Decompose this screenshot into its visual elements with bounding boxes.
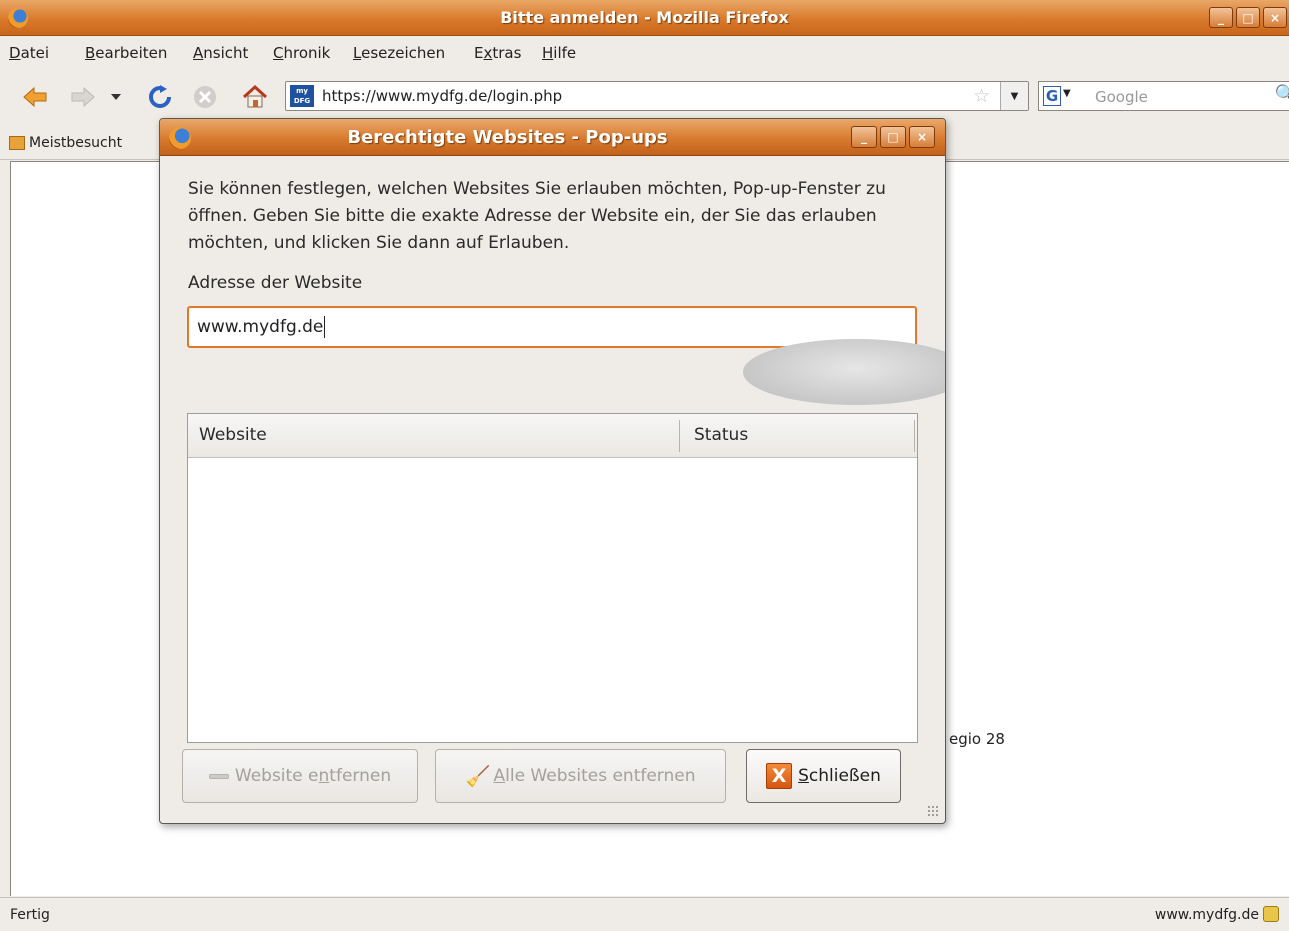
websites-table[interactable]: Website Status [187, 413, 918, 743]
lock-icon[interactable] [1263, 906, 1279, 922]
menu-chronik[interactable]: Chronik [273, 44, 330, 62]
status-domain: www.mydfg.de [1154, 907, 1259, 923]
search-placeholder[interactable]: Google [1095, 88, 1148, 106]
search-magnifier-icon[interactable]: 🔍 [1275, 84, 1289, 105]
url-history-dropdown-icon[interactable]: ▼ [1000, 82, 1028, 110]
menu-hilfe[interactable]: Hilfe [542, 44, 576, 62]
menu-datei[interactable]: Datei [9, 44, 49, 62]
bookmark-star-icon[interactable]: ☆ [973, 85, 990, 107]
column-header-status[interactable]: Status [694, 425, 748, 445]
dialog-title: Berechtigte Websites - Pop-ups [347, 127, 668, 148]
menubar: Datei Bearbeiten Ansicht Chronik Lesezei… [0, 36, 1289, 70]
menu-bearbeiten[interactable]: Bearbeiten [85, 44, 167, 62]
broom-icon: 🧹 [465, 764, 491, 788]
table-header: Website Status [188, 414, 917, 458]
resize-grip-icon[interactable] [927, 805, 939, 817]
minimize-button[interactable]: _ [1209, 7, 1233, 28]
dialog-close-button[interactable]: × [909, 126, 935, 148]
close-x-icon: X [766, 763, 793, 789]
navigation-toolbar: my DFG https://www.mydfg.de/login.php ☆ … [0, 70, 1289, 124]
dialog-description: Sie können festlegen, welchen Websites S… [188, 179, 886, 253]
window-titlebar: Bitte anmelden - Mozilla Firefox _ □ × [0, 0, 1289, 36]
dialog-window-controls: _ □ × [851, 126, 935, 148]
site-favicon-icon: my DFG [290, 85, 314, 107]
bookmark-folder-icon [9, 136, 25, 150]
back-arrow-icon[interactable] [20, 83, 50, 111]
search-bar[interactable]: G ▼ Google 🔍 [1038, 81, 1289, 111]
forward-arrow-icon[interactable] [68, 83, 98, 111]
status-bar: Fertig www.mydfg.de [0, 897, 1289, 931]
reload-icon[interactable] [145, 83, 175, 111]
close-dialog-button[interactable]: X Schließen [746, 749, 901, 803]
url-text[interactable]: https://www.mydfg.de/login.php [322, 87, 562, 105]
home-icon[interactable] [240, 83, 270, 111]
menu-extras[interactable]: Extras [474, 44, 521, 62]
maximize-button[interactable]: □ [1236, 7, 1260, 28]
stop-icon[interactable] [190, 83, 220, 111]
column-header-website[interactable]: Website [199, 425, 267, 445]
menu-lesezeichen[interactable]: Lesezeichen [353, 44, 445, 62]
status-text: Fertig [10, 907, 50, 923]
page-partial-text: egio 28 [949, 730, 1005, 748]
remove-website-button[interactable]: Website entfernen [182, 749, 418, 803]
dialog-maximize-button[interactable]: □ [880, 126, 906, 148]
bookmark-meistbesucht[interactable]: Meistbesucht [29, 135, 122, 151]
menu-ansicht[interactable]: Ansicht [193, 44, 248, 62]
window-controls: _ □ × [1209, 7, 1287, 28]
url-bar[interactable]: my DFG https://www.mydfg.de/login.php ☆ … [285, 81, 1029, 111]
google-engine-icon[interactable]: G [1043, 86, 1061, 106]
popup-permissions-dialog: Berechtigte Websites - Pop-ups _ □ × Sie… [159, 118, 946, 824]
dialog-minimize-button[interactable]: _ [851, 126, 877, 148]
remove-icon [208, 773, 229, 779]
dialog-titlebar: Berechtigte Websites - Pop-ups _ □ × [160, 119, 945, 156]
redacted-allow-button [743, 339, 945, 405]
address-label: Adresse der Website [188, 273, 363, 293]
remove-all-websites-button[interactable]: 🧹 Alle Websites entfernen [435, 749, 726, 803]
window-title: Bitte anmelden - Mozilla Firefox [500, 8, 789, 27]
close-window-button[interactable]: × [1263, 7, 1287, 28]
history-dropdown-icon[interactable] [107, 83, 125, 111]
engine-dropdown-icon[interactable]: ▼ [1063, 88, 1071, 99]
